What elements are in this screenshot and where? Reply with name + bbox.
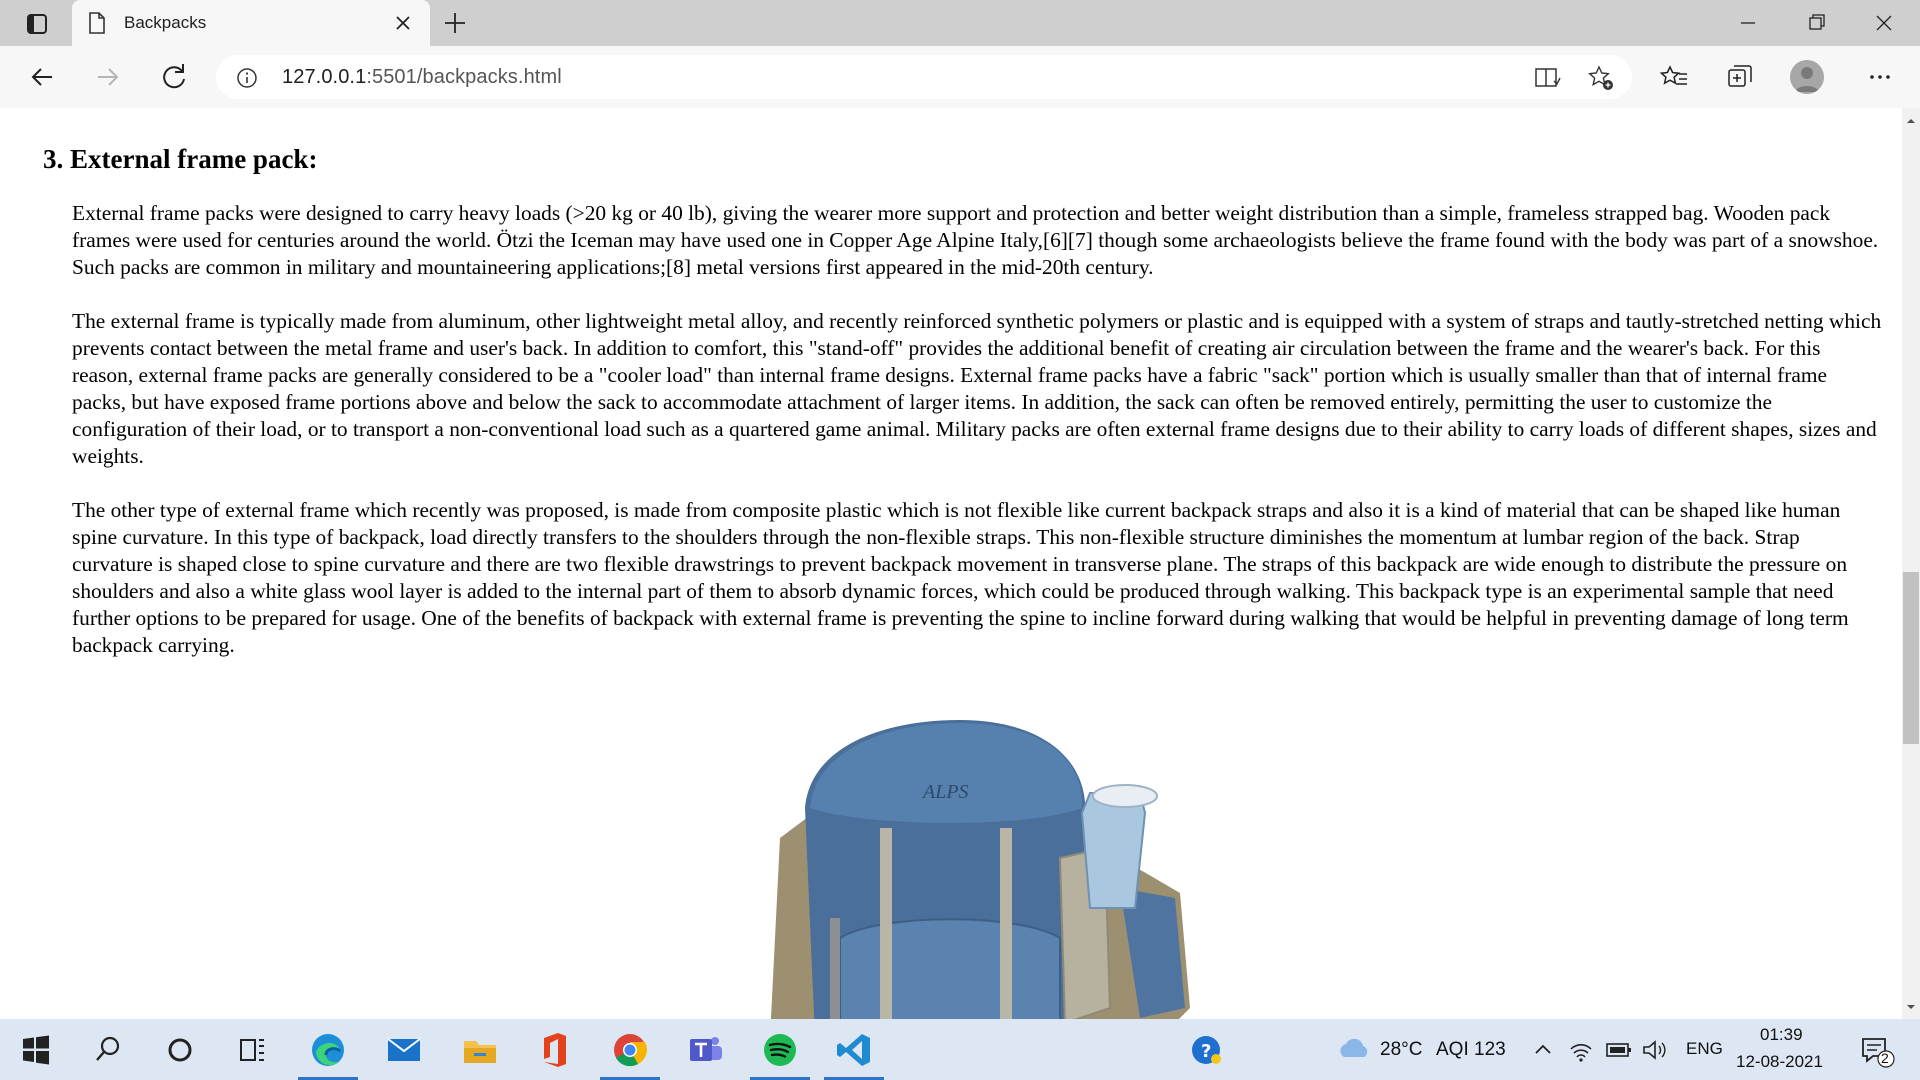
- spotify-icon: [764, 1034, 796, 1066]
- weather-icon: [1340, 1038, 1368, 1057]
- tab-title: Backpacks: [124, 13, 207, 32]
- forward-icon[interactable]: [90, 59, 126, 95]
- refresh-icon[interactable]: [156, 59, 192, 95]
- paragraph-1: External frame packs were designed to ca…: [72, 201, 1879, 279]
- url-host: 127.0.0.1: [282, 66, 367, 88]
- site-info-icon[interactable]: [236, 67, 258, 89]
- taskbar-spotify[interactable]: [750, 1029, 810, 1080]
- profile-avatar[interactable]: [1790, 60, 1824, 94]
- vscode-icon: [837, 1034, 870, 1066]
- paragraph-3: The other type of external frame which r…: [72, 498, 1849, 657]
- help-icon[interactable]: ?: [1184, 1029, 1228, 1071]
- profile-icon: [1795, 67, 1819, 92]
- page-icon: [89, 12, 105, 34]
- minimize-icon[interactable]: [1728, 6, 1768, 40]
- volume-icon[interactable]: [1640, 1029, 1670, 1071]
- notifications-icon[interactable]: [1856, 1029, 1896, 1071]
- weather-temp[interactable]: 28°C: [1380, 1039, 1422, 1061]
- office-icon[interactable]: [532, 1029, 576, 1071]
- collections-icon[interactable]: [1722, 59, 1758, 95]
- teams-icon[interactable]: [684, 1029, 728, 1071]
- taskbar-edge[interactable]: [298, 1029, 358, 1080]
- page-viewport: 3. External frame pack: External frame p…: [0, 108, 1902, 1019]
- add-favorite-icon[interactable]: [1586, 63, 1616, 93]
- scrollbar-thumb[interactable]: [1903, 572, 1919, 744]
- title-bar: Backpacks: [0, 0, 1920, 46]
- backpack-logo: ALPS: [921, 781, 969, 803]
- navigation-bar: 127.0.0.1:5501/backpacks.html: [0, 46, 1920, 109]
- chrome-icon: [614, 1034, 647, 1067]
- backpack-image: ALPS: [770, 720, 1190, 1019]
- weather-aqi[interactable]: AQI 123: [1436, 1039, 1506, 1061]
- scroll-down-icon[interactable]: [1902, 998, 1920, 1016]
- favorites-icon[interactable]: [1656, 59, 1692, 95]
- notification-count: 2: [1881, 1050, 1889, 1066]
- clock-date[interactable]: 12-08-2021: [1736, 1052, 1823, 1072]
- network-icon[interactable]: [1566, 1029, 1596, 1071]
- battery-icon[interactable]: [1604, 1029, 1634, 1071]
- show-hidden-icons-icon[interactable]: [1530, 1029, 1556, 1071]
- taskbar-vscode[interactable]: [824, 1029, 884, 1080]
- heading-text: External frame pack:: [70, 144, 318, 174]
- svg-text:?: ?: [1201, 1041, 1211, 1062]
- vertical-scrollbar[interactable]: [1902, 108, 1920, 1019]
- windows-taskbar: ? 28°C AQI 123 ENG 01:39 12-08-2021 2: [0, 1019, 1920, 1080]
- immersive-reader-icon[interactable]: [1532, 63, 1562, 93]
- section-heading: 3. External frame pack:: [43, 144, 317, 175]
- tab-actions-icon: [27, 14, 47, 34]
- close-window-icon[interactable]: [1864, 6, 1904, 40]
- settings-more-icon[interactable]: [1862, 59, 1898, 95]
- language-indicator[interactable]: ENG: [1686, 1039, 1723, 1059]
- restore-icon[interactable]: [1796, 6, 1836, 40]
- mail-icon[interactable]: [382, 1029, 426, 1071]
- search-icon[interactable]: [86, 1029, 130, 1071]
- url-text[interactable]: 127.0.0.1:5501/backpacks.html: [282, 66, 562, 89]
- new-tab-icon[interactable]: [440, 8, 470, 38]
- start-icon[interactable]: [14, 1029, 58, 1071]
- taskbar-chrome[interactable]: [600, 1029, 660, 1080]
- edge-icon: [312, 1034, 344, 1066]
- task-view-icon[interactable]: [230, 1029, 274, 1071]
- heading-number: 3.: [43, 144, 64, 174]
- file-explorer-icon[interactable]: [458, 1029, 502, 1071]
- close-tab-icon[interactable]: [390, 10, 416, 36]
- back-icon[interactable]: [24, 59, 60, 95]
- address-bar[interactable]: 127.0.0.1:5501/backpacks.html: [216, 55, 1632, 99]
- tab-backpacks[interactable]: Backpacks: [72, 0, 430, 46]
- paragraph-2: The external frame is typically made fro…: [72, 309, 1882, 468]
- url-path: :5501/backpacks.html: [366, 66, 562, 88]
- clock-time[interactable]: 01:39: [1760, 1025, 1803, 1045]
- tab-actions-menu-button[interactable]: [14, 10, 58, 38]
- cortana-icon[interactable]: [158, 1029, 202, 1071]
- scroll-up-icon[interactable]: [1902, 112, 1920, 130]
